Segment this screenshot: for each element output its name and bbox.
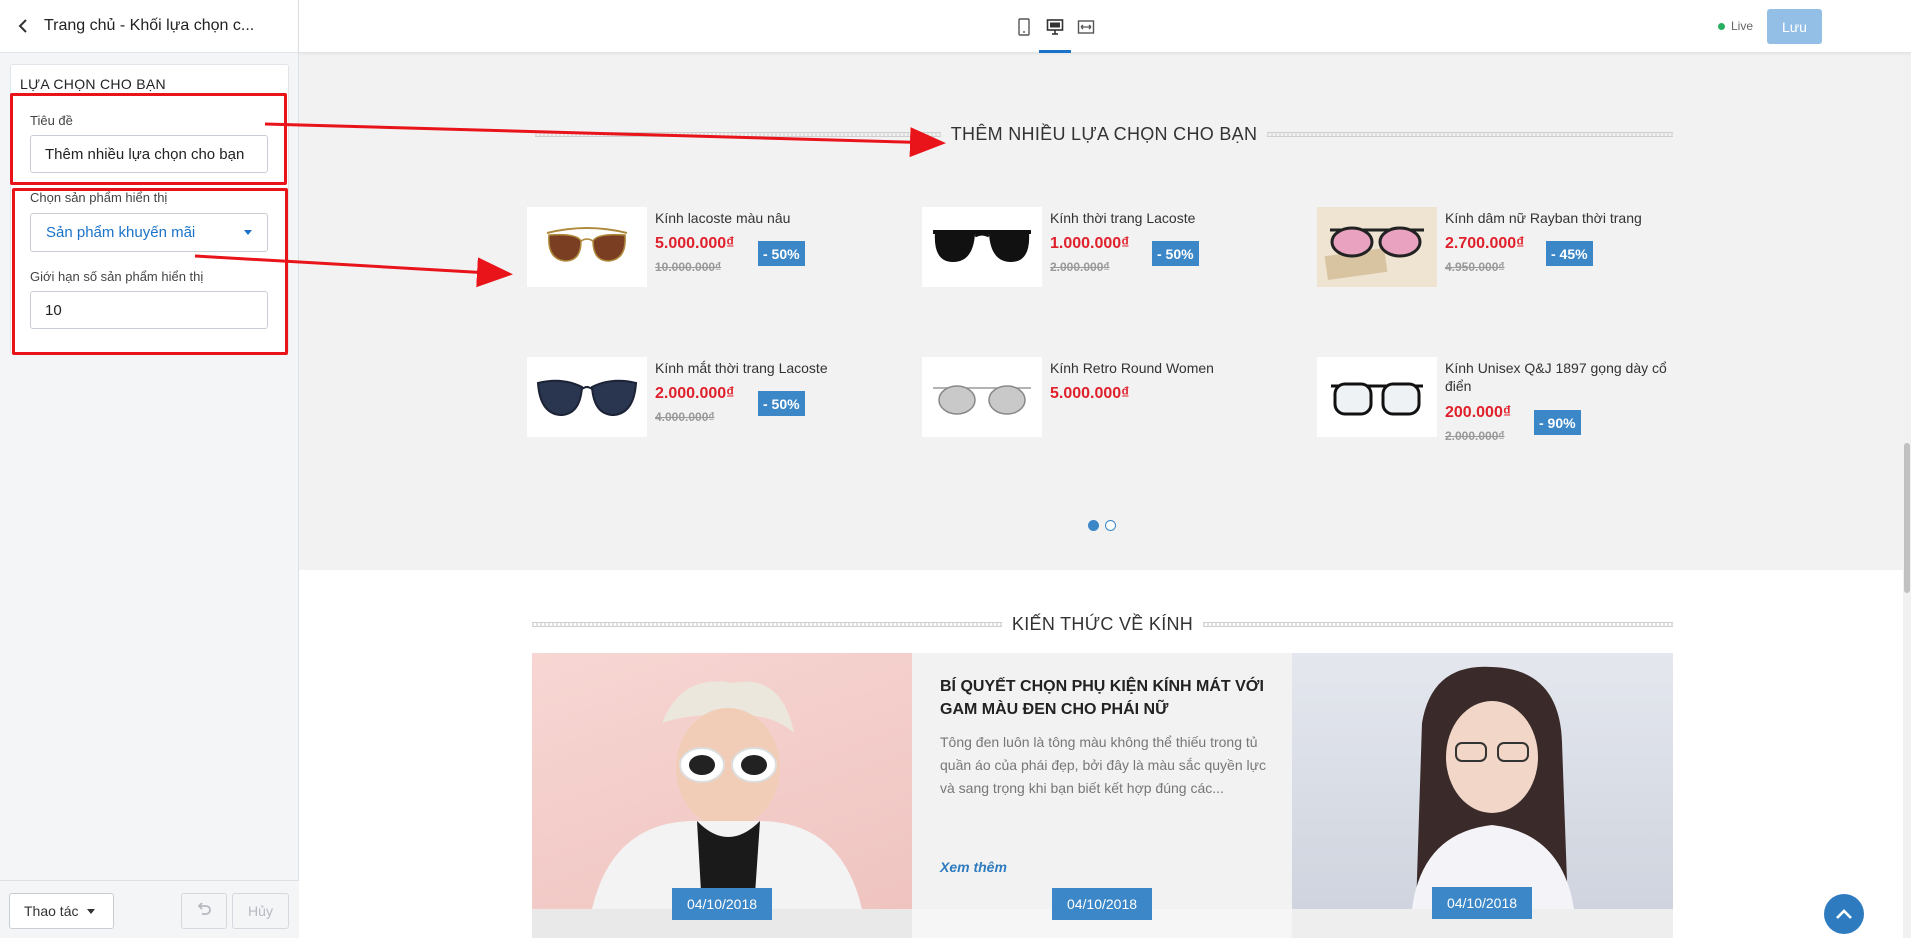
product-image[interactable]	[527, 357, 647, 437]
product-card[interactable]: Kính Unisex Q&J 1897 gọng dày cổ điển 20…	[1317, 357, 1677, 443]
discount-badge: - 50%	[758, 391, 805, 416]
clear-glasses-icon	[1331, 382, 1423, 416]
title-label: Tiêu đề	[30, 113, 73, 128]
post-date-badge: 04/10/2018	[1052, 888, 1152, 920]
product-image[interactable]	[922, 207, 1042, 287]
product-name[interactable]: Kính dâm nữ Rayban thời trang	[1445, 209, 1677, 227]
product-name[interactable]: Kính thời trang Lacoste	[1050, 209, 1282, 227]
promo-section: THÊM NHIỀU LỰA CHỌN CHO BẠN Kính lacoste…	[299, 53, 1911, 570]
product-old-price: 4.000.000₫	[655, 410, 715, 424]
blog-title-row: KIẾN THỨC VỀ KÍNH	[532, 614, 1674, 635]
title-input[interactable]	[30, 135, 268, 173]
product-name[interactable]: Kính Retro Round Women	[1050, 359, 1282, 377]
sidebar-title: Trang chủ - Khối lựa chọn c...	[44, 17, 255, 34]
cancel-button[interactable]: Hủy	[232, 893, 289, 929]
product-name[interactable]: Kính mắt thời trang Lacoste	[655, 359, 887, 377]
carousel-dot-2[interactable]	[1105, 520, 1116, 531]
save-button[interactable]: Lưu	[1767, 9, 1822, 44]
aviator-sunglasses-icon	[546, 227, 628, 262]
blog-image-1[interactable]	[532, 653, 912, 909]
post-title[interactable]: BÍ QUYẾT CHỌN PHỤ KIỆN KÍNH MÁT VỚI GAM …	[940, 675, 1270, 721]
caret-down-icon	[87, 908, 96, 914]
section-title: LỰA CHỌN CHO BẠN	[20, 76, 166, 92]
wayfarer-sunglasses-icon	[933, 230, 1031, 262]
title-rule-right	[1203, 622, 1674, 627]
editor-sidebar: Trang chủ - Khối lựa chọn c... LỰA CHỌN …	[0, 0, 299, 938]
chevron-down-icon	[244, 230, 252, 235]
product-card[interactable]: Kính thời trang Lacoste 1.000.000₫ 2.000…	[922, 207, 1282, 287]
product-select[interactable]: Sản phẩm khuyến mãi	[30, 213, 268, 252]
site-preview: THÊM NHIỀU LỰA CHỌN CHO BẠN Kính lacoste…	[299, 53, 1911, 938]
product-name[interactable]: Kính Unisex Q&J 1897 gọng dày cổ điển	[1445, 359, 1677, 395]
product-select-value: Sản phẩm khuyến mãi	[46, 224, 196, 241]
post-date-badge: 04/10/2018	[672, 888, 772, 920]
product-old-price: 2.000.000₫	[1445, 429, 1505, 443]
blog-image-3[interactable]	[1292, 653, 1673, 909]
preview-toolbar: Live Lưu	[299, 0, 1911, 53]
product-image[interactable]	[1317, 357, 1437, 437]
product-price: 5.000.000₫	[1050, 385, 1130, 402]
limit-label: Giới hạn số sản phẩm hiển thị	[30, 269, 204, 284]
product-price: 1.000.000₫	[1050, 235, 1130, 252]
product-image[interactable]	[527, 207, 647, 287]
round-sunglasses-icon	[933, 385, 1031, 415]
discount-badge: - 45%	[1546, 241, 1593, 266]
title-rule-left	[535, 132, 941, 137]
preview-scrollbar[interactable]	[1903, 53, 1911, 938]
carousel-dot-1[interactable]	[1088, 520, 1099, 531]
cat-eye-sunglasses-icon	[536, 379, 638, 417]
post-excerpt: Tông đen luôn là tông màu không thể thiế…	[940, 734, 1266, 796]
blog-title: KIẾN THỨC VỀ KÍNH	[1011, 614, 1194, 634]
title-rule-right	[1267, 132, 1674, 137]
discount-badge: - 50%	[1152, 241, 1199, 266]
promo-title: THÊM NHIỀU LỰA CHỌN CHO BẠN	[950, 124, 1258, 144]
live-status: Live	[1718, 19, 1753, 33]
product-old-price: 4.950.000₫	[1445, 260, 1505, 274]
product-price: 2.000.000₫	[655, 385, 735, 402]
live-label: Live	[1731, 19, 1754, 33]
product-name[interactable]: Kính lacoste màu nâu	[655, 209, 887, 227]
scrollbar-thumb[interactable]	[1904, 443, 1910, 593]
girl-photo-icon	[1412, 666, 1574, 909]
discount-badge: - 90%	[1534, 410, 1581, 435]
desktop-icon[interactable]	[1044, 16, 1066, 38]
product-card[interactable]: Kính lacoste màu nâu 5.000.000₫ 10.000.0…	[527, 207, 887, 287]
limit-input[interactable]	[30, 291, 268, 329]
product-old-price: 2.000.000₫	[1050, 260, 1110, 274]
product-card[interactable]: Kính Retro Round Women 5.000.000₫	[922, 357, 1282, 437]
product-image[interactable]	[1317, 207, 1437, 287]
actions-label: Thao tác	[24, 903, 79, 919]
chevron-up-icon	[1836, 909, 1852, 919]
read-more-link[interactable]: Xem thêm	[940, 859, 1007, 875]
post-date-badge: 04/10/2018	[1432, 887, 1532, 919]
back-arrow-icon[interactable]	[14, 17, 32, 35]
actions-dropdown-button[interactable]: Thao tác	[9, 893, 114, 929]
live-dot-icon	[1718, 22, 1725, 30]
product-price: 5.000.000₫	[655, 235, 735, 252]
mobile-icon[interactable]	[1013, 16, 1035, 38]
product-old-price: 10.000.000₫	[655, 260, 722, 274]
undo-button[interactable]	[181, 893, 227, 929]
undo-icon	[196, 901, 212, 921]
promo-title-row: THÊM NHIỀU LỰA CHỌN CHO BẠN	[535, 124, 1674, 145]
fullwidth-icon[interactable]	[1075, 16, 1097, 38]
product-card[interactable]: Kính mắt thời trang Lacoste 2.000.000₫ 4…	[527, 357, 887, 437]
active-device-indicator	[1039, 50, 1071, 53]
model-photo-icon	[592, 681, 862, 909]
sidebar-footer: Thao tác Hủy	[0, 880, 299, 938]
back-to-top-button[interactable]	[1824, 894, 1864, 934]
carousel-pagination	[1088, 520, 1116, 531]
discount-badge: - 50%	[758, 241, 805, 266]
product-price: 200.000₫	[1445, 404, 1512, 421]
sidebar-header: Trang chủ - Khối lựa chọn c...	[0, 0, 298, 53]
title-rule-left	[532, 622, 1002, 627]
product-image[interactable]	[922, 357, 1042, 437]
pink-sunglasses-icon	[1324, 226, 1424, 281]
product-price: 2.700.000₫	[1445, 235, 1525, 252]
product-card[interactable]: Kính dâm nữ Rayban thời trang 2.700.000₫…	[1317, 207, 1677, 287]
product-select-label: Chọn sản phẩm hiển thị	[30, 190, 168, 205]
featured-post: BÍ QUYẾT CHỌN PHỤ KIỆN KÍNH MÁT VỚI GAM …	[912, 653, 1292, 909]
